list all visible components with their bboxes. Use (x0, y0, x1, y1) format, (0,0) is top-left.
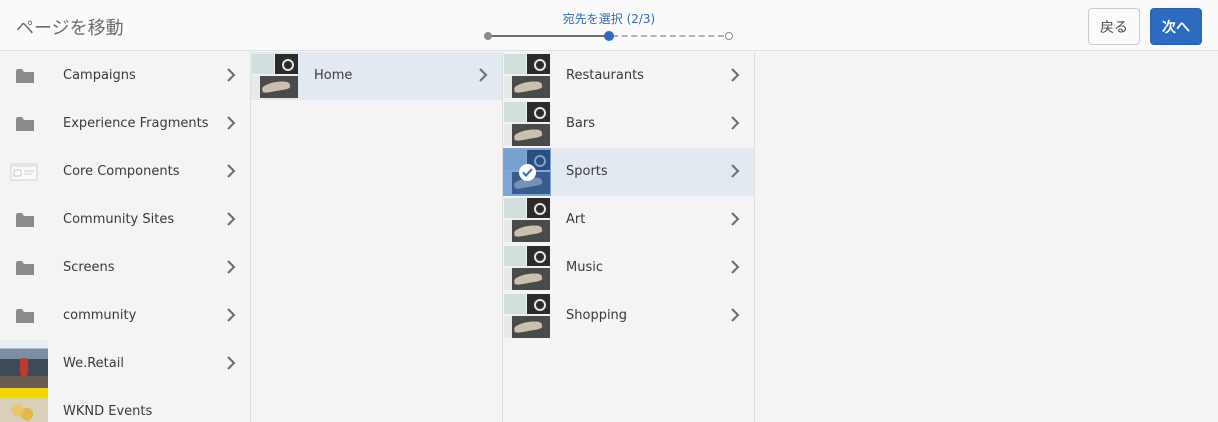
list-item-label: Bars (566, 116, 596, 131)
list-item-bars[interactable]: Bars (503, 100, 754, 148)
list-item-label: Core Components (63, 164, 180, 179)
page-thumbnail (503, 196, 551, 244)
column-home-children[interactable]: Restaurants Bars Sports Art Music Shoppi… (503, 52, 755, 422)
chevron-right-icon[interactable] (730, 164, 740, 178)
chevron-right-icon[interactable] (730, 308, 740, 322)
wizard-line-completed (492, 35, 606, 37)
site-template-icon (10, 163, 38, 181)
list-item-home[interactable]: Home (251, 52, 502, 100)
checkmark-icon[interactable] (519, 164, 536, 181)
page-thumbnail (0, 388, 48, 422)
wizard-progress: 宛先を選択 (2/3) (484, 10, 734, 42)
list-item-label: Campaigns (63, 68, 136, 83)
folder-icon (16, 261, 34, 275)
chevron-right-icon[interactable] (730, 260, 740, 274)
list-item-community-sites[interactable]: Community Sites (0, 196, 250, 244)
wizard-line-pending (612, 35, 724, 37)
list-item-sports[interactable]: Sports (503, 148, 754, 196)
list-item-label: Sports (566, 164, 608, 179)
page-thumbnail (503, 244, 551, 292)
chevron-right-icon[interactable] (226, 212, 236, 226)
folder-icon (16, 213, 34, 227)
chevron-right-icon[interactable] (478, 68, 488, 82)
page-thumbnail (503, 292, 551, 340)
wizard-step-3-dot (725, 32, 733, 40)
list-item-label: We.Retail (63, 356, 124, 371)
list-item-label: Community Sites (63, 212, 175, 227)
list-item-label: Music (566, 260, 603, 275)
list-item-restaurants[interactable]: Restaurants (503, 52, 754, 100)
wizard-step-1-dot (484, 32, 492, 40)
folder-icon (16, 309, 34, 323)
page-thumbnail (503, 100, 551, 148)
chevron-right-icon[interactable] (226, 356, 236, 370)
list-item-label: Experience Fragments (63, 116, 209, 131)
chevron-right-icon[interactable] (226, 260, 236, 274)
column-site[interactable]: Home (251, 52, 503, 422)
list-item-wknd-events[interactable]: WKND Events (0, 388, 250, 422)
list-item-we-retail[interactable]: We.Retail (0, 340, 250, 388)
page-header: ページを移動 宛先を選択 (2/3) 戻る 次へ (0, 0, 1218, 51)
page-title: ページを移動 (16, 18, 124, 39)
chevron-right-icon[interactable] (226, 68, 236, 82)
chevron-right-icon[interactable] (226, 308, 236, 322)
list-item-music[interactable]: Music (503, 244, 754, 292)
list-item-label: Screens (63, 260, 115, 275)
list-item-shopping[interactable]: Shopping (503, 292, 754, 340)
list-item-core-components[interactable]: Core Components (0, 148, 250, 196)
list-item-art[interactable]: Art (503, 196, 754, 244)
list-item-campaigns[interactable]: Campaigns (0, 52, 250, 100)
page-thumbnail[interactable] (503, 148, 551, 196)
list-item-label: Shopping (566, 308, 628, 323)
list-item-label: WKND Events (63, 404, 153, 419)
page-thumbnail (251, 52, 299, 100)
wizard-step-2-dot (604, 31, 614, 41)
column-root[interactable]: Campaigns Experience Fragments Core Comp… (0, 52, 251, 422)
chevron-right-icon[interactable] (730, 212, 740, 226)
chevron-right-icon[interactable] (226, 164, 236, 178)
chevron-right-icon[interactable] (730, 116, 740, 130)
list-item-community[interactable]: community (0, 292, 250, 340)
chevron-right-icon[interactable] (730, 68, 740, 82)
back-button[interactable]: 戻る (1088, 8, 1140, 45)
wizard-step-label: 宛先を選択 (2/3) (562, 12, 656, 26)
folder-icon (16, 117, 34, 131)
chevron-right-icon[interactable] (226, 116, 236, 130)
list-item-label: Art (566, 212, 586, 227)
list-item-experience-fragments[interactable]: Experience Fragments (0, 100, 250, 148)
page-thumbnail (503, 52, 551, 100)
folder-icon (16, 69, 34, 83)
list-item-label: Home (314, 68, 353, 83)
list-item-label: Restaurants (566, 68, 644, 83)
list-item-screens[interactable]: Screens (0, 244, 250, 292)
list-item-label: community (63, 308, 137, 323)
page-thumbnail (0, 340, 48, 388)
next-button[interactable]: 次へ (1150, 8, 1202, 45)
